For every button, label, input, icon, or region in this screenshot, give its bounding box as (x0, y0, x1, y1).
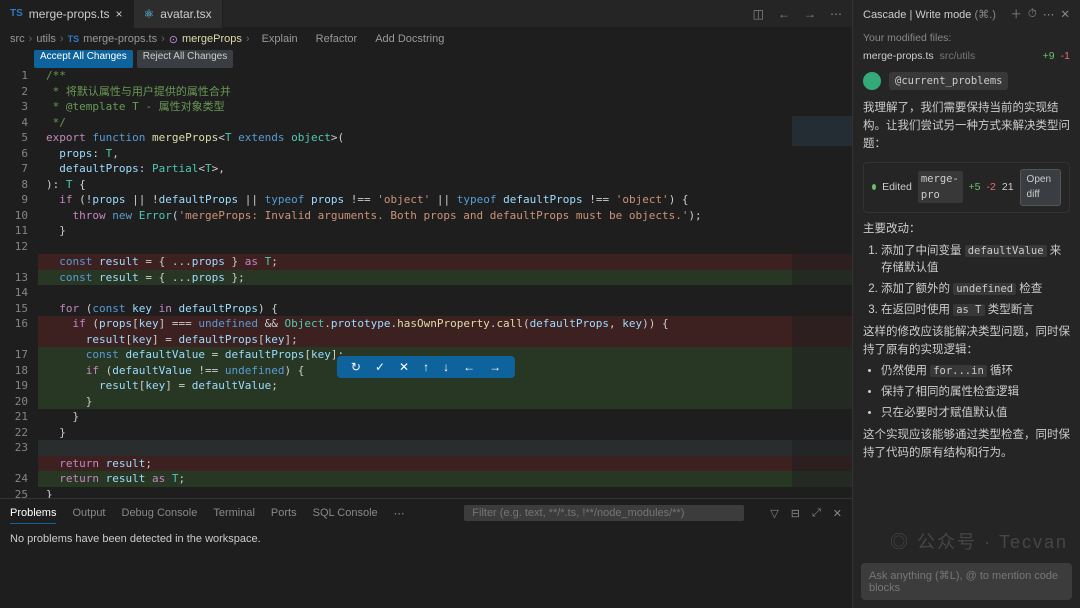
cascade-title: Cascade | Write mode (⌘.) (863, 8, 1004, 21)
status-dot-icon (872, 184, 876, 190)
code-editor[interactable]: 1234567891011121314151617181920212223242… (0, 68, 852, 498)
filter-icon[interactable]: ▽ (770, 507, 778, 520)
chat-text: 这个实现应该能够通过类型检查，同时保持了代码的原有结构和行为。 (863, 427, 1070, 463)
open-diff-button[interactable]: Open diff (1020, 169, 1061, 206)
close-icon[interactable]: × (115, 7, 122, 21)
tab-bar: TS merge-props.ts × ⚛ avatar.tsx ◫ ← → ⋯ (0, 0, 852, 28)
additions-count: +9 (1043, 50, 1055, 62)
reject-all-button[interactable]: Reject All Changes (137, 50, 234, 68)
tab-problems[interactable]: Problems (10, 503, 56, 524)
history-icon[interactable]: ⏱ (1028, 8, 1037, 21)
more-tabs-icon[interactable]: ⋯ (394, 503, 405, 524)
modified-files-label: Your modified files: (853, 28, 1080, 48)
deletions-count: -1 (1061, 50, 1070, 62)
collapse-icon[interactable]: ⊟ (791, 507, 800, 520)
minimap[interactable] (792, 116, 852, 496)
modified-file-row[interactable]: merge-props.ts src/utils +9 -1 (853, 48, 1080, 64)
tab-output[interactable]: Output (72, 503, 105, 523)
bullet-list: 仍然使用 for...in 循环保持了相同的属性检查逻辑只在必要时才赋值默认值 (863, 363, 1070, 422)
breadcrumb: src› utils› TS merge-props.ts› ⊙ mergePr… (0, 28, 852, 50)
edit-del: -2 (987, 179, 996, 195)
minimap-thumb[interactable] (792, 116, 852, 146)
nav-forward-icon[interactable]: → (804, 7, 816, 21)
breadcrumb-part[interactable]: utils (36, 33, 56, 45)
problems-body: No problems have been detected in the wo… (0, 527, 852, 551)
tab-avatar[interactable]: ⚛ avatar.tsx (134, 0, 223, 28)
chat-text: 这样的修改应该能解决类型问题，同时保持了原有的实现逻辑： (863, 324, 1070, 360)
maximize-icon[interactable]: ⤢ (812, 507, 821, 520)
nav-back-icon[interactable]: ← (778, 7, 790, 21)
code-content[interactable]: /** * 将默认属性与用户提供的属性合并 * @template T - 属性… (38, 68, 852, 498)
line-gutter: 1234567891011121314151617181920212223242… (0, 68, 38, 498)
list-item: 仍然使用 for...in 循环 (881, 363, 1070, 381)
panel-tabs: Problems Output Debug Console Terminal P… (0, 499, 852, 527)
main-changes-list: 添加了中间变量 defaultValue 来存储默认值添加了额外的 undefi… (863, 243, 1070, 320)
next-file-icon[interactable]: → (489, 360, 501, 374)
react-icon: ⚛ (144, 7, 155, 21)
mention-badge[interactable]: @current_problems (889, 72, 1008, 90)
cascade-header: Cascade | Write mode (⌘.) ＋ ⏱ ⋯ ✕ (853, 0, 1080, 28)
chat-text: 我理解了，我们需要保持当前的实现结构。让我们尝试另一种方式来解决类型问题： (863, 100, 1070, 153)
accept-icon[interactable]: ✓ (375, 360, 385, 374)
edit-summary-card: Edited merge-pro +5 -2 21 Open diff (863, 162, 1070, 213)
prev-file-icon[interactable]: ← (463, 360, 475, 374)
tab-label: avatar.tsx (160, 7, 211, 21)
list-item: 在返回时使用 as T 类型断言 (881, 302, 1070, 320)
chat-body: @current_problems 我理解了，我们需要保持当前的实现结构。让我们… (853, 64, 1080, 555)
breadcrumb-action[interactable]: Explain (262, 33, 298, 45)
edit-label: Edited (882, 179, 912, 195)
tab-terminal[interactable]: Terminal (213, 503, 255, 523)
more-icon[interactable]: ⋯ (1043, 7, 1055, 21)
reject-icon[interactable]: ✕ (399, 360, 409, 374)
editor-actions: ◫ ← → ⋯ (753, 7, 852, 21)
list-item: 保持了相同的属性检查逻辑 (881, 384, 1070, 402)
breadcrumb-part[interactable]: src (10, 33, 25, 45)
accept-all-button[interactable]: Accept All Changes (34, 50, 133, 68)
tab-label: merge-props.ts (29, 7, 110, 21)
tab-ports[interactable]: Ports (271, 503, 297, 523)
tab-sql-console[interactable]: SQL Console (313, 503, 378, 523)
bot-avatar-icon (863, 72, 881, 90)
list-item: 只在必要时才赋值默认值 (881, 405, 1070, 423)
list-item: 添加了中间变量 defaultValue 来存储默认值 (881, 243, 1070, 279)
tab-debug-console[interactable]: Debug Console (122, 503, 198, 523)
list-item: 添加了额外的 undefined 检查 (881, 281, 1070, 299)
file-name: merge-props.ts (863, 50, 934, 62)
prev-change-icon[interactable]: ↑ (423, 360, 429, 374)
section-header: 主要改动： (863, 221, 1070, 239)
split-icon[interactable]: ◫ (753, 7, 764, 21)
breadcrumb-part[interactable]: merge-props.ts (83, 33, 157, 45)
symbol-icon: ⊙ (169, 33, 178, 46)
more-icon[interactable]: ⋯ (830, 7, 842, 21)
cascade-sidebar: Cascade | Write mode (⌘.) ＋ ⏱ ⋯ ✕ Your m… (852, 0, 1080, 608)
close-icon[interactable]: ✕ (1060, 7, 1070, 21)
diff-actions-bar: Accept All Changes Reject All Changes (0, 50, 852, 68)
file-dir: src/utils (940, 50, 976, 62)
edit-add: +5 (969, 179, 981, 195)
refresh-icon[interactable]: ↻ (351, 360, 361, 374)
new-chat-icon[interactable]: ＋ (1010, 6, 1022, 22)
chat-input[interactable]: Ask anything (⌘L), @ to mention code blo… (861, 563, 1072, 600)
edit-count: 21 (1002, 179, 1014, 195)
bottom-panel: Problems Output Debug Console Terminal P… (0, 498, 852, 608)
typescript-icon: TS (10, 8, 23, 19)
breadcrumb-action[interactable]: Refactor (316, 33, 358, 45)
problems-filter-input[interactable] (464, 505, 744, 521)
breadcrumb-action[interactable]: Add Docstring (375, 33, 444, 45)
diff-nav-toolbar: ↻ ✓ ✕ ↑ ↓ ← → (337, 356, 515, 378)
tab-merge-props[interactable]: TS merge-props.ts × (0, 0, 134, 28)
next-change-icon[interactable]: ↓ (443, 360, 449, 374)
close-panel-icon[interactable]: ✕ (833, 507, 842, 520)
breadcrumb-symbol[interactable]: mergeProps (182, 33, 242, 45)
edit-file: merge-pro (918, 171, 963, 204)
typescript-icon: TS (68, 34, 80, 44)
